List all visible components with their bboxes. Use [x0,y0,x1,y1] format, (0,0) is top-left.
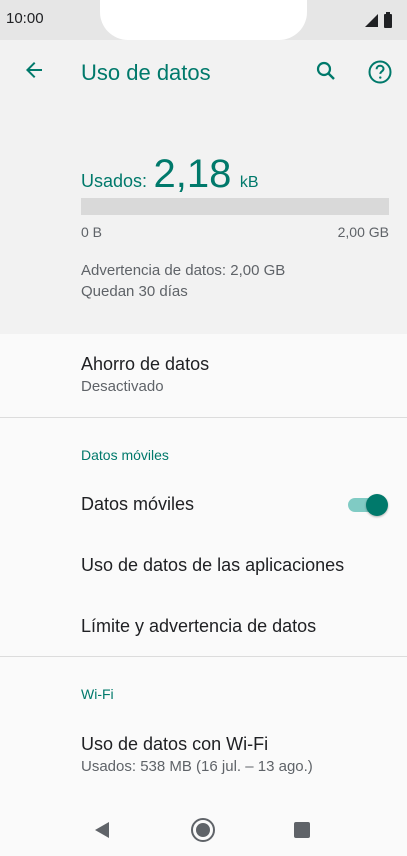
mobile-section-header: Datos móviles [81,447,169,463]
usage-summary: Usados: 2,18 kB 0 B 2,00 GB Advertencia … [0,108,407,334]
page-title: Uso de datos [81,60,211,85]
navigation-bar [0,804,407,856]
help-button[interactable] [367,59,393,85]
divider [0,656,407,657]
app-bar: Uso de datos [0,40,407,108]
used-unit: kB [239,174,259,191]
mobile-data-label: Datos móviles [81,494,195,514]
used-value: 2,18 [153,152,232,196]
mobile-data-toggle[interactable] [348,492,388,518]
settings-list: Ahorro de datos Desactivado Datos móvile… [0,334,407,804]
usage-progress-bar [81,198,389,215]
progress-max-label: 2,00 GB [337,224,389,240]
status-time: 10:00 [6,10,44,27]
warning-info: Advertencia de datos: 2,00 GB Quedan 30 … [81,260,285,302]
nav-back-button[interactable] [93,821,111,844]
search-icon [316,61,335,80]
home-circle-icon [191,818,215,842]
mobile-data-item[interactable]: Datos móviles [81,494,389,515]
data-limit-item[interactable]: Límite y advertencia de datos [81,616,389,637]
status-bar: 10:00 [0,0,407,40]
recents-square-icon[interactable] [294,822,310,838]
progress-min-label: 0 B [81,224,103,240]
divider [0,417,407,418]
back-triangle-icon [95,822,109,838]
wifi-data-usage-item[interactable]: Uso de datos con Wi-Fi Usados: 538 MB (1… [81,734,389,775]
display-notch [100,0,307,40]
wifi-section-header: Wi-Fi [81,686,114,702]
usage-amount: Usados: 2,18 kB [81,152,258,197]
data-warning-text: Advertencia de datos: 2,00 GB [81,262,286,279]
toggle-thumb [366,494,388,516]
signal-icon [364,14,378,27]
wifi-data-usage-subtitle: Usados: 538 MB (16 jul. – 13 ago.) [81,758,313,775]
data-saver-item[interactable]: Ahorro de datos Desactivado [81,354,389,395]
help-circle-icon [368,60,392,84]
data-saver-status: Desactivado [81,378,164,395]
nav-home-button[interactable] [190,817,216,848]
app-data-usage-label: Uso de datos de las aplicaciones [81,555,345,575]
search-button[interactable] [314,59,338,83]
arrow-back-icon [26,62,42,78]
back-button[interactable] [22,58,46,82]
data-limit-label: Límite y advertencia de datos [81,616,317,636]
used-label: Usados: [81,171,148,191]
app-data-usage-item[interactable]: Uso de datos de las aplicaciones [81,555,389,576]
days-left-text: Quedan 30 días [81,283,188,300]
wifi-data-usage-title: Uso de datos con Wi-Fi [81,734,269,754]
status-icons [363,12,393,28]
battery-icon [384,12,392,28]
data-saver-title: Ahorro de datos [81,354,210,374]
